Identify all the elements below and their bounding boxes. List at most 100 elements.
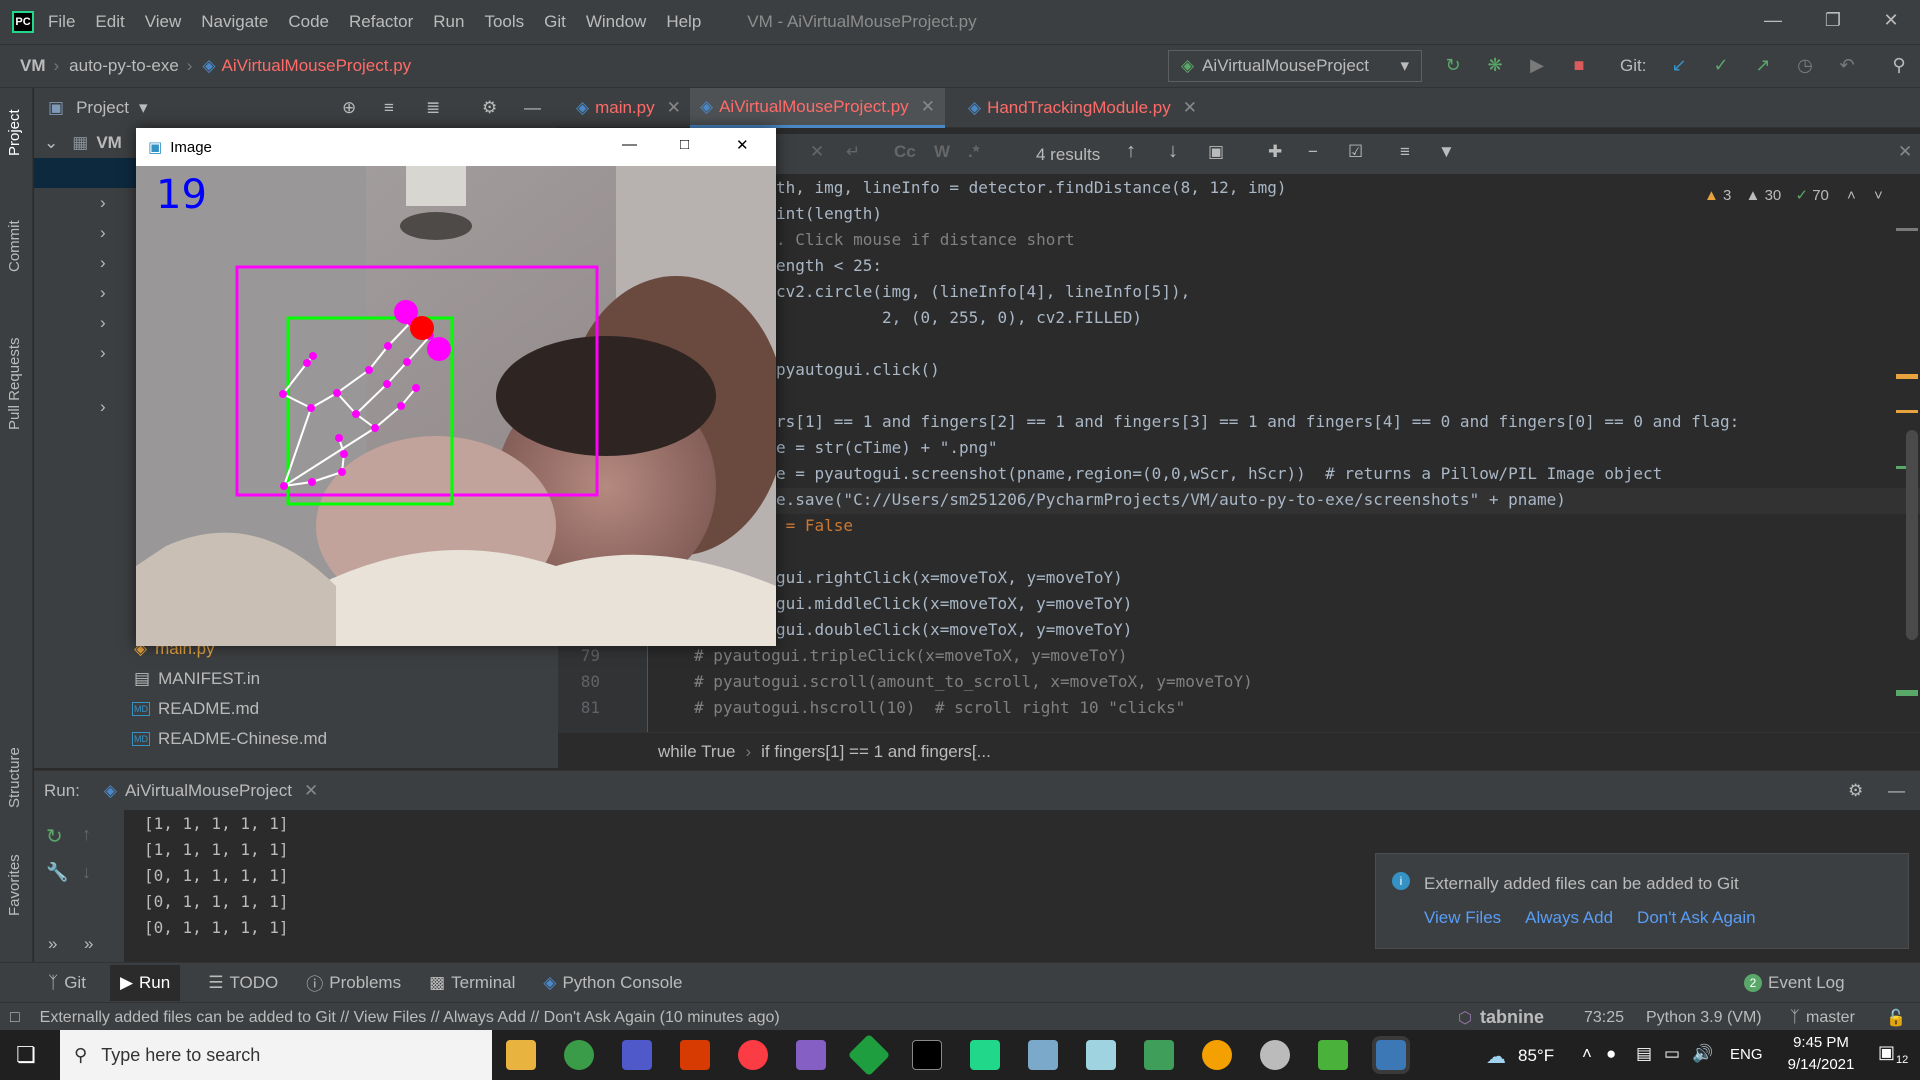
previous-occurrence-icon[interactable]: ↑ <box>1126 140 1136 163</box>
structure-tool-tab[interactable]: Structure <box>6 747 23 808</box>
stop-icon[interactable]: ■ <box>1566 52 1592 78</box>
teams-icon[interactable] <box>622 1040 652 1070</box>
python-taskbar-icon[interactable] <box>1372 1036 1410 1074</box>
pull-requests-tool-tab[interactable]: Pull Requests <box>6 337 23 430</box>
match-case-toggle[interactable]: Cc <box>894 142 916 162</box>
debug-icon[interactable]: ❋ <box>1482 52 1508 78</box>
caret-position[interactable]: 73:25 <box>1584 1009 1624 1027</box>
hide-panel-icon[interactable]: — <box>1888 781 1905 801</box>
git-commit-icon[interactable]: ✓ <box>1708 52 1734 78</box>
language-indicator[interactable]: ENG <box>1730 1046 1763 1063</box>
expand-all-icon[interactable]: ≡ <box>384 98 394 118</box>
app-icon[interactable] <box>1144 1040 1174 1070</box>
filter-icon[interactable]: ▼ <box>1438 142 1455 162</box>
breadcrumb-while[interactable]: while True <box>658 742 735 762</box>
close-find-icon[interactable]: ✕ <box>1898 142 1912 162</box>
tab-problems[interactable]: ⓘ Problems <box>306 970 401 995</box>
status-message[interactable]: Externally added files can be added to G… <box>40 1009 780 1027</box>
menu-code[interactable]: Code <box>288 12 329 32</box>
settings-icon[interactable] <box>1260 1040 1290 1070</box>
previous-highlight-icon[interactable]: ˄ <box>1847 187 1856 204</box>
windows-start-icon[interactable]: ❏ <box>16 1042 36 1068</box>
minimize-icon[interactable]: — <box>622 136 637 153</box>
next-highlight-icon[interactable]: ˅ <box>1874 187 1883 204</box>
volume-icon[interactable]: 🔊 <box>1692 1044 1713 1064</box>
tabnine-label[interactable]: tabnine <box>1480 1007 1544 1028</box>
chevron-up-icon[interactable]: ˄ <box>1582 1044 1592 1064</box>
itunes-icon[interactable] <box>738 1040 768 1070</box>
tab-python-console[interactable]: ◈ Python Console <box>543 973 682 993</box>
breadcrumb-if[interactable]: if fingers[1] == 1 and fingers[... <box>761 742 991 762</box>
clear-search-icon[interactable]: ✕ <box>810 142 824 162</box>
app-icon[interactable] <box>847 1033 891 1077</box>
tab-todo[interactable]: ☰ TODO <box>208 973 278 993</box>
menu-git[interactable]: Git <box>544 12 566 32</box>
image-window-titlebar[interactable]: ▣ Image — □ ✕ <box>136 128 776 166</box>
git-push-icon[interactable]: ↗ <box>1750 52 1776 78</box>
minimize-window-icon[interactable]: — <box>1748 0 1798 40</box>
dont-ask-again-link[interactable]: Don't Ask Again <box>1637 908 1756 928</box>
lock-icon[interactable]: 🔓 <box>1886 1008 1906 1028</box>
tab-git[interactable]: ᛉ Git <box>48 973 86 993</box>
next-occurrence-icon[interactable]: ↓ <box>1168 140 1178 163</box>
run-tab-label[interactable]: AiVirtualMouseProject <box>125 781 292 801</box>
app-icon[interactable] <box>1086 1040 1116 1070</box>
taskbar-search[interactable]: ⚲ Type here to search <box>60 1030 492 1080</box>
collapse-all-icon[interactable]: ≣ <box>426 98 440 118</box>
remove-occurrence-icon[interactable]: − <box>1308 142 1318 162</box>
new-line-icon[interactable]: ↵ <box>846 142 860 162</box>
tree-file-readme[interactable]: MD README.md <box>34 694 558 724</box>
tab-run[interactable]: ▶ Run <box>109 964 181 1001</box>
tab-aivirtualmouse[interactable]: ◈ AiVirtualMouseProject.py ✕ <box>690 88 945 128</box>
select-occurrences-icon[interactable]: ☑ <box>1348 142 1363 162</box>
regex-toggle[interactable]: .* <box>968 142 979 162</box>
select-all-occurrences-icon[interactable]: ▣ <box>1208 142 1224 162</box>
gear-icon[interactable]: ⚙ <box>1848 781 1863 801</box>
restore-window-icon[interactable]: ❐ <box>1808 0 1858 40</box>
breadcrumb-folder[interactable]: auto-py-to-exe <box>69 56 179 76</box>
project-tool-tab[interactable]: Project <box>6 109 23 156</box>
app-icon[interactable] <box>1318 1040 1348 1070</box>
menu-view[interactable]: View <box>145 12 182 32</box>
toggle-tool-window-icon[interactable]: □ <box>10 1009 20 1027</box>
close-icon[interactable]: ✕ <box>736 136 749 154</box>
filter-settings-icon[interactable]: ≡ <box>1400 142 1410 162</box>
network-icon[interactable]: ▤ <box>1636 1044 1652 1064</box>
menu-tools[interactable]: Tools <box>484 12 524 32</box>
search-app-icon[interactable] <box>1202 1040 1232 1070</box>
menu-help[interactable]: Help <box>666 12 701 32</box>
whole-words-toggle[interactable]: W <box>934 142 950 162</box>
chevron-down-icon[interactable]: ▾ <box>139 98 148 118</box>
menu-refactor[interactable]: Refactor <box>349 12 413 32</box>
wrench-icon[interactable]: 🔧 <box>46 862 68 883</box>
more-tools-icon[interactable]: » <box>84 934 93 954</box>
view-files-link[interactable]: View Files <box>1424 908 1501 928</box>
file-explorer-icon[interactable] <box>506 1040 536 1070</box>
git-rollback-icon[interactable]: ↶ <box>1834 52 1860 78</box>
app-icon[interactable] <box>1028 1040 1058 1070</box>
project-panel-title[interactable]: Project <box>76 98 129 118</box>
tab-main[interactable]: ◈ main.py ✕ <box>566 88 691 128</box>
tray-icon[interactable]: ● <box>1606 1044 1616 1064</box>
git-history-icon[interactable]: ◷ <box>1792 52 1818 78</box>
favorites-tool-tab[interactable]: Favorites <box>6 854 23 916</box>
menu-file[interactable]: File <box>48 12 75 32</box>
maximize-icon[interactable]: □ <box>680 136 689 153</box>
close-tab-icon[interactable]: ✕ <box>667 98 681 118</box>
down-arrow-icon[interactable]: ↓ <box>82 862 91 883</box>
close-window-icon[interactable]: ✕ <box>1866 0 1916 40</box>
locate-file-icon[interactable]: ⊕ <box>342 98 356 118</box>
search-everywhere-icon[interactable]: ⚲ <box>1886 52 1912 78</box>
breadcrumb-file[interactable]: AiVirtualMouseProject.py <box>222 56 412 76</box>
office-icon[interactable] <box>680 1040 710 1070</box>
pycharm-icon[interactable] <box>970 1040 1000 1070</box>
menu-navigate[interactable]: Navigate <box>201 12 268 32</box>
git-update-icon[interactable]: ↙ <box>1666 52 1692 78</box>
close-tab-icon[interactable]: ✕ <box>921 97 935 117</box>
python-interpreter[interactable]: Python 3.9 (VM) <box>1646 1009 1762 1027</box>
breadcrumb-project[interactable]: VM <box>20 56 46 76</box>
opencv-image-window[interactable]: ▣ Image — □ ✕ 19 <box>136 128 776 646</box>
clock-date[interactable]: 9/14/2021 <box>1776 1056 1866 1073</box>
clock-time[interactable]: 9:45 PM <box>1786 1034 1856 1051</box>
close-tab-icon[interactable]: ✕ <box>1183 98 1197 118</box>
